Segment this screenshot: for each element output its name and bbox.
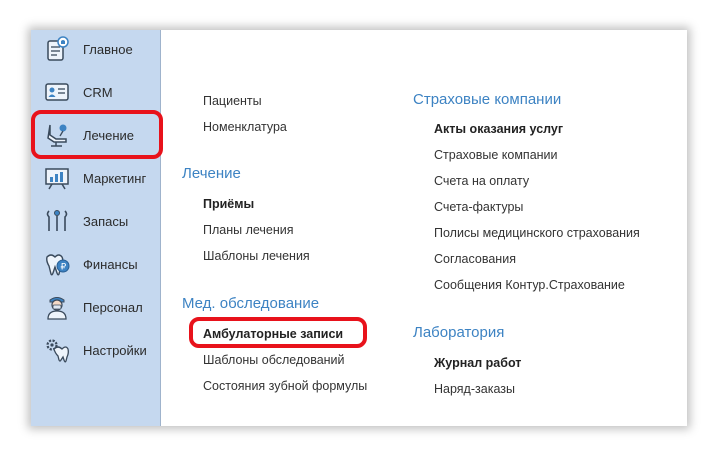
link-outpatient-records[interactable]: Амбулаторные записи	[203, 327, 343, 341]
dashboard-icon	[44, 36, 70, 62]
sidebar-item-supplies[interactable]: Запасы	[31, 204, 161, 238]
sidebar-item-marketing[interactable]: Маркетинг	[31, 161, 161, 195]
link-work-journal[interactable]: Журнал работ	[434, 356, 521, 370]
presentation-board-icon	[44, 165, 70, 191]
sidebar-item-label: Настройки	[83, 343, 147, 358]
tooth-gear-icon	[44, 337, 70, 363]
sidebar-item-main[interactable]: Главное	[31, 32, 161, 66]
link-approvals[interactable]: Согласования	[434, 252, 516, 266]
tooth-coin-icon: ₽	[44, 251, 70, 277]
contact-card-icon	[44, 79, 70, 105]
section-heading-exam: Мед. обследование	[182, 295, 320, 312]
sidebar-item-staff[interactable]: Персонал	[31, 290, 161, 324]
link-exam-templates[interactable]: Шаблоны обследований	[203, 353, 345, 367]
sidebar-item-label: Персонал	[83, 300, 143, 315]
link-kontur-messages[interactable]: Сообщения Контур.Страхование	[434, 278, 625, 292]
link-payment-invoices[interactable]: Счета на оплату	[434, 174, 529, 188]
sidebar: Главное CRM Лечение Маркетинг Запасы ₽ Ф…	[31, 30, 161, 426]
section-heading-insurance: Страховые компании	[413, 91, 562, 108]
sidebar-item-finance[interactable]: ₽ Финансы	[31, 247, 161, 281]
link-insurance-companies[interactable]: Страховые компании	[434, 148, 558, 162]
link-tax-invoices[interactable]: Счета-фактуры	[434, 200, 523, 214]
main-content: Пациенты Номенклатура Лечение Приёмы Пла…	[162, 30, 687, 426]
sidebar-item-label: CRM	[83, 85, 113, 100]
link-treatment-templates[interactable]: Шаблоны лечения	[203, 249, 310, 263]
sidebar-item-crm[interactable]: CRM	[31, 75, 161, 109]
doctor-icon	[44, 294, 70, 320]
sidebar-item-label: Маркетинг	[83, 171, 147, 186]
link-appointments[interactable]: Приёмы	[203, 197, 254, 211]
sidebar-item-label: Главное	[83, 42, 133, 57]
app-window: Главное CRM Лечение Маркетинг Запасы ₽ Ф…	[31, 30, 687, 426]
svg-text:₽: ₽	[61, 263, 67, 273]
dental-tools-icon	[44, 208, 70, 234]
section-heading-treatment: Лечение	[182, 165, 241, 182]
sidebar-item-label: Финансы	[83, 257, 138, 272]
sidebar-item-settings[interactable]: Настройки	[31, 333, 161, 367]
section-heading-lab: Лаборатория	[413, 324, 505, 341]
link-nomenclature[interactable]: Номенклатура	[203, 120, 287, 134]
link-insurance-policies[interactable]: Полисы медицинского страхования	[434, 226, 640, 240]
link-tooth-formula-states[interactable]: Состояния зубной формулы	[203, 379, 367, 393]
sidebar-item-label: Лечение	[83, 128, 135, 143]
link-patients[interactable]: Пациенты	[203, 94, 262, 108]
sidebar-item-label: Запасы	[83, 214, 129, 229]
link-treatment-plans[interactable]: Планы лечения	[203, 223, 294, 237]
dental-chair-icon	[44, 122, 70, 148]
link-work-orders[interactable]: Наряд-заказы	[434, 382, 515, 396]
link-service-acts[interactable]: Акты оказания услуг	[434, 122, 563, 136]
sidebar-item-treatment[interactable]: Лечение	[31, 118, 161, 152]
